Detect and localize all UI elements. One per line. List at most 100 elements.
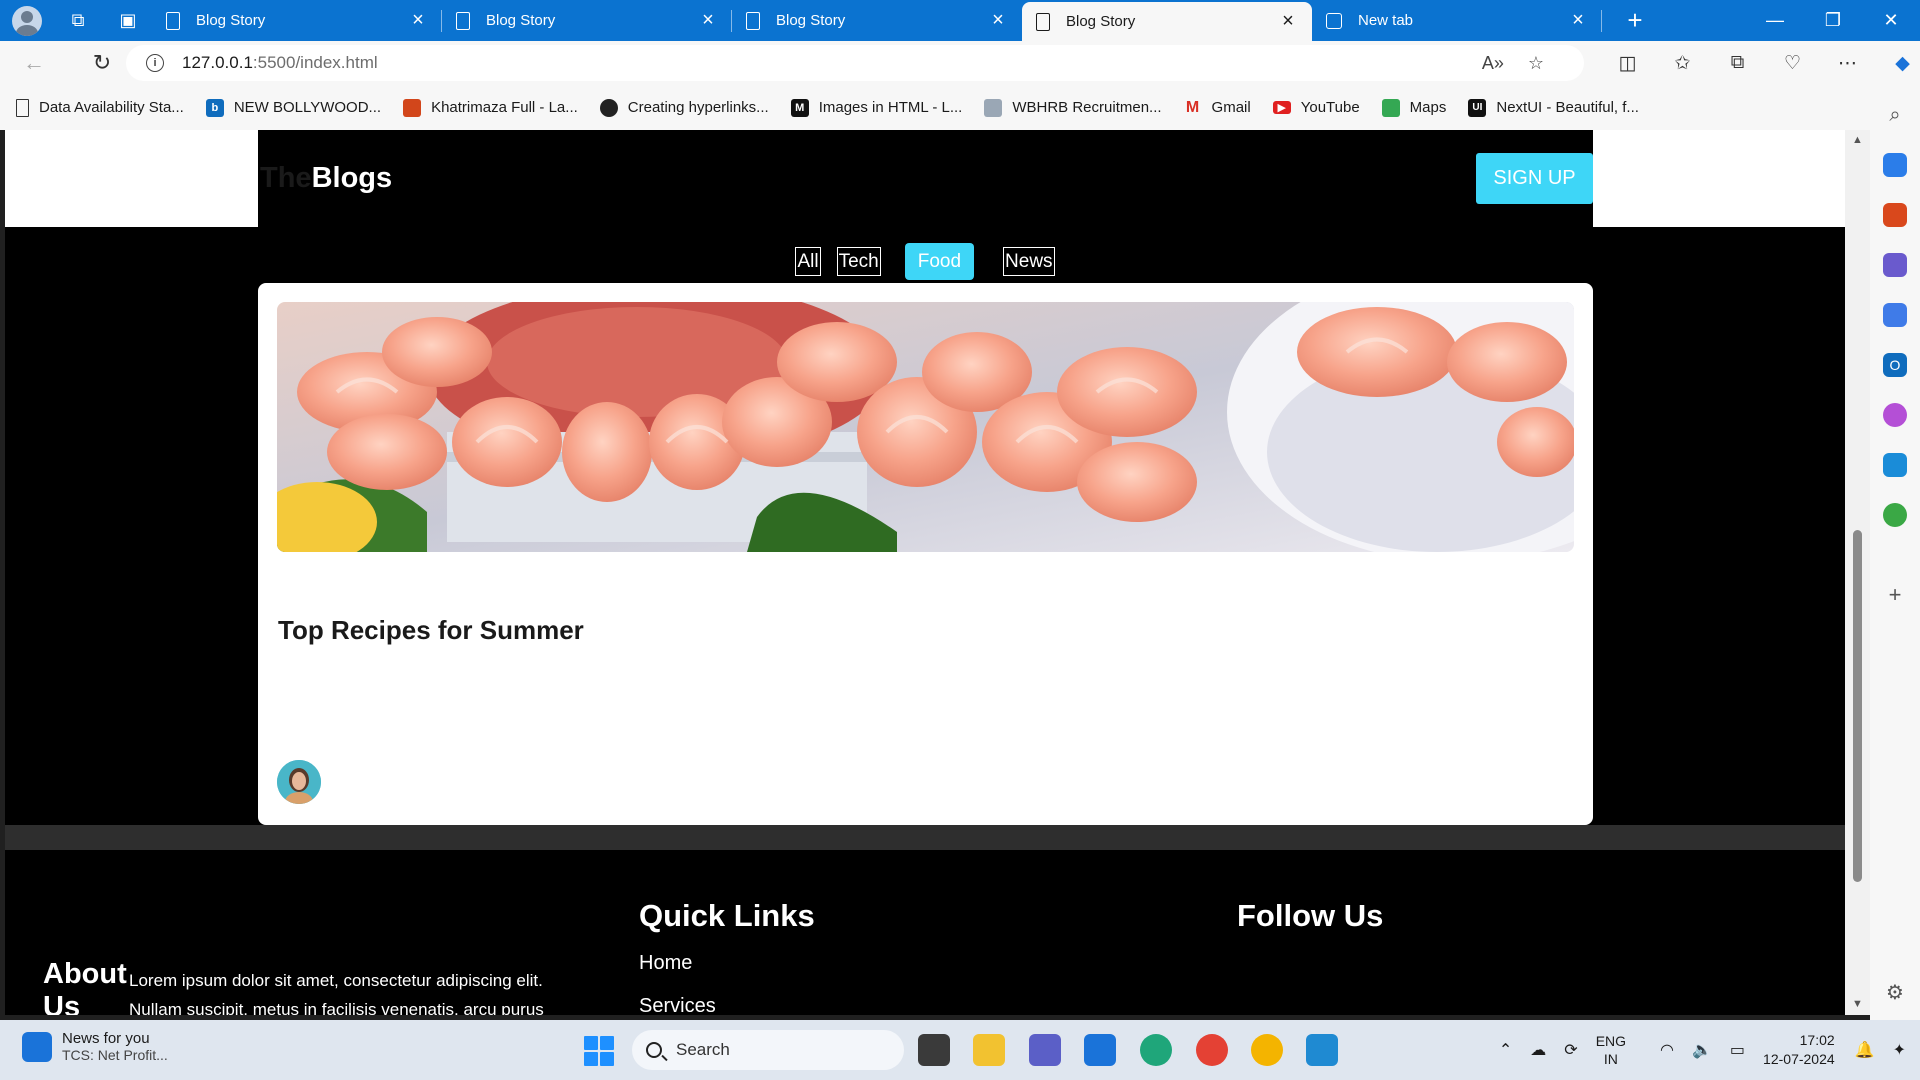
close-window-icon[interactable]: ✕ [1862, 0, 1920, 41]
favorite-star-icon[interactable]: ☆ [1528, 53, 1544, 74]
vscode-icon[interactable] [1306, 1034, 1338, 1066]
site-logo[interactable]: TheBlogs [260, 162, 392, 195]
close-tab-icon[interactable]: × [698, 9, 718, 32]
header-background [5, 130, 258, 227]
microsoft-365-icon[interactable] [1883, 303, 1907, 327]
bookmark-item[interactable]: UI NextUI - Beautiful, f... [1468, 98, 1639, 117]
search-icon[interactable]: ⌕ [1883, 103, 1907, 127]
scrollbar-thumb[interactable] [1853, 530, 1862, 882]
tab-3[interactable]: Blog Story × [732, 0, 1022, 41]
copilot-icon[interactable]: ◆ [1875, 45, 1920, 81]
teams-icon[interactable] [1029, 1034, 1061, 1066]
site-info-icon[interactable]: i [146, 54, 164, 72]
more-menu-icon[interactable]: ⋯ [1820, 45, 1875, 81]
signup-button[interactable]: SIGN UP [1476, 153, 1593, 204]
chrome-icon[interactable] [1251, 1034, 1283, 1066]
bookmark-item[interactable]: ▶ YouTube [1272, 99, 1360, 116]
sync-icon[interactable]: ⟳ [1564, 1040, 1577, 1060]
card-title[interactable]: Top Recipes for Summer [278, 615, 584, 646]
task-view-icon[interactable] [918, 1034, 950, 1066]
tab-1[interactable]: Blog Story × [152, 0, 442, 41]
copilot-taskbar-icon[interactable]: ✦ [1893, 1040, 1906, 1060]
tab-label: New tab [1358, 12, 1414, 29]
games-icon[interactable] [1883, 253, 1907, 277]
edge-icon[interactable] [1140, 1034, 1172, 1066]
tree-icon[interactable] [1883, 503, 1907, 527]
restore-icon[interactable]: ❐ [1804, 0, 1862, 41]
tools-icon[interactable] [1883, 203, 1907, 227]
site-header: TheBlogs SIGN UP [258, 130, 1593, 227]
minimize-icon[interactable]: — [1746, 0, 1804, 41]
tab-4-active[interactable]: Blog Story × [1022, 2, 1312, 41]
windows-start-icon[interactable] [584, 1036, 614, 1066]
filter-tech[interactable]: Tech [836, 243, 881, 280]
tab-label: Blog Story [776, 12, 846, 29]
footer-link-services[interactable]: Services [639, 995, 716, 1015]
blog-card[interactable]: Top Recipes for Summer [258, 283, 1593, 825]
about-heading: About Us [43, 958, 127, 1015]
read-aloud-icon[interactable]: A» [1482, 53, 1504, 74]
bookmark-item[interactable]: Khatrimaza Full - La... [403, 98, 578, 117]
wifi-icon[interactable]: ◠ [1660, 1040, 1674, 1060]
page-scrollbar[interactable]: ▲ ▼ [1845, 130, 1870, 1015]
close-tab-icon[interactable]: × [408, 9, 428, 32]
bookmark-item[interactable]: Data Availability Sta... [16, 98, 184, 117]
workspaces-icon[interactable]: ⧉ [64, 7, 92, 35]
bookmark-item[interactable]: M Images in HTML - L... [790, 98, 962, 117]
clock[interactable]: 17:02 12-07-2024 [1763, 1031, 1835, 1069]
tab-label: Blog Story [196, 12, 266, 29]
browser-essentials-icon[interactable]: ♡ [1765, 45, 1820, 81]
taskbar-search-box[interactable]: Search [632, 1030, 904, 1070]
volume-icon[interactable]: 🔈 [1692, 1040, 1712, 1060]
close-tab-icon[interactable]: × [1278, 10, 1298, 33]
outlook-icon[interactable]: O [1883, 353, 1907, 377]
quick-links-heading: Quick Links [639, 898, 815, 933]
collections-icon[interactable]: ⧉ [1710, 45, 1765, 81]
bookmark-item[interactable]: M Gmail [1184, 99, 1251, 117]
file-explorer-icon[interactable] [973, 1034, 1005, 1066]
address-field[interactable]: i 127.0.0.1:5500/index.html A» ☆ [126, 45, 1584, 81]
profile-avatar-icon[interactable] [12, 5, 42, 36]
favorites-icon[interactable]: ✩ [1655, 45, 1710, 81]
close-tab-icon[interactable]: × [988, 9, 1008, 32]
khatrimaza-icon [403, 98, 422, 117]
author-avatar[interactable] [277, 760, 321, 804]
vertical-tabs-icon[interactable]: ▣ [114, 7, 142, 35]
tab-5[interactable]: New tab × [1312, 0, 1602, 41]
bookmark-item[interactable]: Creating hyperlinks... [599, 98, 769, 117]
close-tab-icon[interactable]: × [1568, 9, 1588, 32]
bookmark-item[interactable]: b NEW BOLLYWOOD... [205, 98, 381, 117]
battery-icon[interactable]: ▭ [1730, 1040, 1745, 1060]
page-icon [166, 11, 180, 30]
onedrive-icon[interactable]: ☁ [1530, 1040, 1546, 1060]
filter-all[interactable]: All [795, 243, 821, 280]
filter-news[interactable]: News [1003, 243, 1055, 280]
add-icon[interactable]: + [1883, 582, 1907, 607]
filter-food[interactable]: Food [904, 243, 975, 280]
split-screen-icon[interactable]: ◫ [1600, 45, 1655, 81]
follow-us-heading: Follow Us [1237, 898, 1384, 933]
news-widget[interactable]: News for you TCS: Net Profit... [22, 1030, 168, 1063]
footer-link-home[interactable]: Home [639, 952, 716, 975]
designer-icon[interactable] [1883, 403, 1907, 427]
settings-gear-icon[interactable]: ⚙ [1883, 980, 1907, 1004]
scroll-down-arrow-icon[interactable]: ▼ [1852, 998, 1863, 1010]
mail-icon[interactable] [1084, 1034, 1116, 1066]
bookmark-item[interactable]: Maps [1381, 98, 1446, 117]
address-toolbar: ← ↻ i 127.0.0.1:5500/index.html A» ☆ ◫ ✩… [0, 41, 1920, 85]
chevron-up-icon[interactable]: ⌃ [1499, 1040, 1512, 1060]
refresh-icon[interactable]: ↻ [80, 45, 124, 81]
maps-icon [1381, 98, 1400, 117]
shrimp-cocktail-image [277, 302, 1574, 552]
send-icon[interactable] [1883, 453, 1907, 477]
bookmark-item[interactable]: WBHRB Recruitmen... [984, 98, 1162, 117]
chrome-profile-icon[interactable] [1196, 1034, 1228, 1066]
language-indicator[interactable]: ENG IN [1596, 1032, 1626, 1068]
tab-2[interactable]: Blog Story × [442, 0, 732, 41]
notification-bell-icon[interactable]: 🔔 [1855, 1040, 1875, 1060]
back-arrow-icon[interactable]: ← [12, 45, 56, 81]
shopping-tag-icon[interactable] [1883, 153, 1907, 177]
scroll-up-arrow-icon[interactable]: ▲ [1852, 134, 1863, 146]
tab-label: Blog Story [1066, 13, 1136, 30]
new-tab-button[interactable]: + [1610, 5, 1660, 36]
